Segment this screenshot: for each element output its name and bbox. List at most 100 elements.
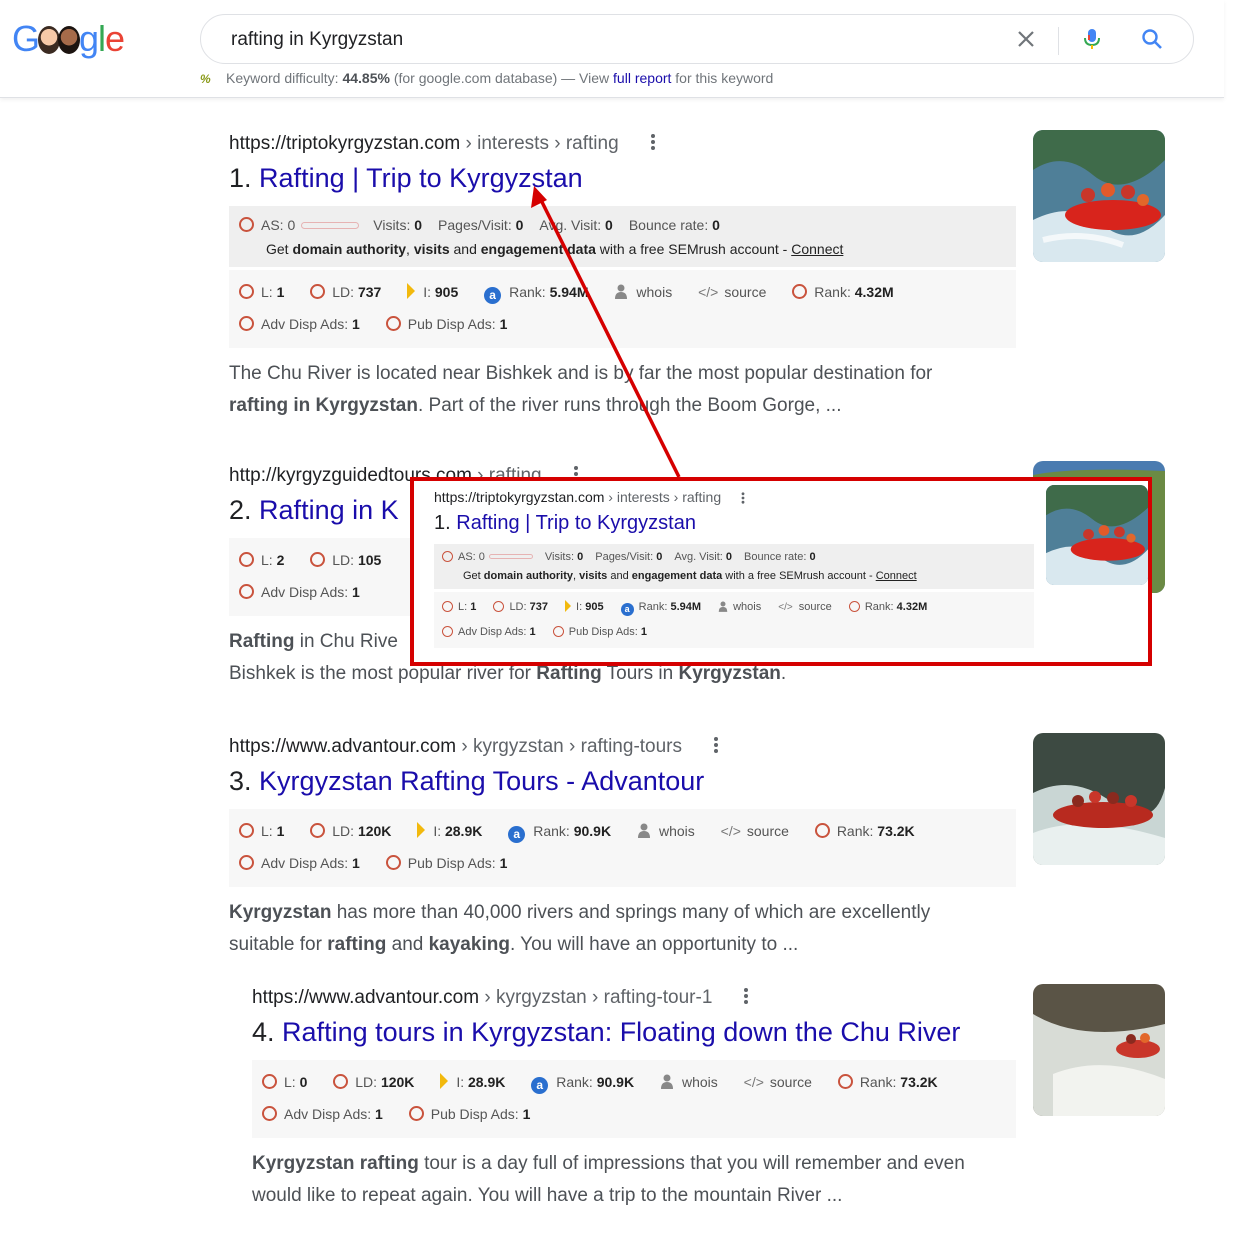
metric-value: 905 bbox=[585, 601, 604, 613]
search-box bbox=[200, 14, 1194, 64]
seo-toolbar: L: 1 LD: 120K I: 28.9K a Rank: 90.9K whoi… bbox=[229, 809, 1016, 887]
links-metric[interactable]: L: 2 bbox=[239, 544, 284, 576]
more-options-icon[interactable] bbox=[649, 132, 657, 152]
more-options-icon[interactable] bbox=[712, 735, 720, 755]
metric-value: 120K bbox=[380, 1074, 415, 1090]
seo-metrics-block: L: 0 LD: 120K I: 28.9K a Rank: 90.9K whoi… bbox=[252, 1060, 1016, 1138]
ld-metric[interactable]: LD: 737 bbox=[310, 276, 381, 308]
semrush-icon bbox=[848, 601, 860, 612]
seo-metrics-block: L: 1 LD: 120K I: 28.9K a Rank: 90.9K whoi… bbox=[229, 809, 1016, 887]
alexa-rank-metric[interactable]: a Rank: 90.9K bbox=[508, 815, 611, 847]
semrush-icon bbox=[385, 855, 401, 870]
metric-value: 1 bbox=[276, 284, 285, 300]
metric-label: Pub Disp Ads: bbox=[568, 626, 638, 638]
whois-link[interactable]: whois bbox=[660, 1066, 718, 1098]
result-title-link[interactable]: 3. Kyrgyzstan Rafting Tours - Advantour bbox=[229, 766, 1017, 797]
kd-suffix: for this keyword bbox=[675, 70, 774, 86]
links-metric[interactable]: L: 0 bbox=[262, 1066, 307, 1098]
metric-label: L: bbox=[261, 284, 273, 300]
result-path: › interests › rafting bbox=[460, 133, 619, 154]
links-metric[interactable]: L: 1 bbox=[442, 595, 476, 619]
more-options-icon[interactable] bbox=[742, 986, 750, 1006]
metric-value: 1 bbox=[499, 316, 508, 332]
result-title-link[interactable]: 1. Rafting | Trip to Kyrgyzstan bbox=[434, 512, 1014, 535]
whois-link[interactable]: whois bbox=[718, 595, 761, 619]
source-link[interactable]: </> source bbox=[744, 1066, 812, 1098]
result-title-link[interactable]: 1. Rafting | Trip to Kyrgyzstan bbox=[229, 163, 1017, 194]
semrush-rank-metric[interactable]: Rank: 73.2K bbox=[814, 815, 915, 847]
source-link[interactable]: </> source bbox=[698, 276, 766, 308]
whois-link[interactable]: whois bbox=[614, 276, 672, 308]
as-bar bbox=[488, 554, 533, 559]
whois-link[interactable]: whois bbox=[637, 815, 695, 847]
zoom-callout-box: https://triptokyrgyzstan.com › interests… bbox=[410, 477, 1152, 666]
links-metric[interactable]: L: 1 bbox=[239, 276, 284, 308]
semrush-rank-metric[interactable]: Rank: 4.32M bbox=[848, 595, 927, 619]
result-url[interactable]: https://www.advantour.com › kyrgyzstan ›… bbox=[229, 735, 1017, 758]
metric-label: Bounce rate: bbox=[744, 551, 807, 563]
ld-metric[interactable]: LD: 120K bbox=[333, 1066, 414, 1098]
bing-index-metric[interactable]: I: 905 bbox=[565, 595, 604, 619]
alexa-rank-metric[interactable]: a Rank: 5.94M bbox=[484, 276, 589, 308]
more-options-icon[interactable] bbox=[739, 491, 747, 505]
ld-metric[interactable]: LD: 120K bbox=[310, 815, 391, 847]
adv-ads-metric[interactable]: Adv Disp Ads: 1 bbox=[239, 847, 360, 879]
links-metric[interactable]: L: 1 bbox=[239, 815, 284, 847]
result-thumbnail-cropped[interactable] bbox=[1033, 1254, 1165, 1260]
result-domain: https://www.advantour.com bbox=[252, 987, 480, 1008]
ld-metric[interactable]: LD: 737 bbox=[493, 595, 548, 619]
semrush-rank-metric[interactable]: Rank: 73.2K bbox=[837, 1066, 938, 1098]
metric-label: Rank: bbox=[836, 823, 874, 839]
source-link[interactable]: </> source bbox=[778, 595, 832, 620]
adv-ads-metric[interactable]: Adv Disp Ads: 1 bbox=[239, 576, 360, 608]
microphone-icon[interactable] bbox=[1080, 27, 1104, 51]
alexa-rank-metric[interactable]: a Rank: 90.9K bbox=[531, 1066, 634, 1098]
semrush-rank-metric[interactable]: Rank: 4.32M bbox=[792, 276, 894, 308]
result-title: Rafting tours in Kyrgyzstan: Floating do… bbox=[282, 1017, 961, 1047]
result-url[interactable]: https://www.advantour.com › kyrgyzstan ›… bbox=[252, 986, 1017, 1009]
ld-metric[interactable]: LD: 105 bbox=[310, 544, 381, 576]
pub-ads-metric[interactable]: Pub Disp Ads: 1 bbox=[385, 308, 508, 340]
bing-index-metric[interactable]: I: 28.9K bbox=[440, 1066, 505, 1098]
pub-ads-metric[interactable]: Pub Disp Ads: 1 bbox=[408, 1098, 530, 1130]
bing-index-metric[interactable]: I: 28.9K bbox=[417, 815, 482, 847]
promo-text: and bbox=[607, 570, 632, 582]
full-report-link[interactable]: full report bbox=[613, 70, 671, 86]
promo-text: engagement data bbox=[631, 570, 723, 582]
clear-icon[interactable] bbox=[1014, 27, 1038, 51]
pages-visit-value: 0 bbox=[515, 217, 524, 233]
metric-label: Avg. Visit: bbox=[539, 217, 602, 233]
adv-ads-metric[interactable]: Adv Disp Ads: 1 bbox=[442, 620, 536, 644]
adv-ads-metric[interactable]: Adv Disp Ads: 1 bbox=[262, 1098, 383, 1130]
result-thumbnail-rafting[interactable] bbox=[1033, 733, 1165, 865]
search-icon[interactable] bbox=[1140, 27, 1164, 51]
semrush-icon bbox=[385, 316, 401, 331]
pub-ads-metric[interactable]: Pub Disp Ads: 1 bbox=[385, 847, 507, 879]
alexa-rank-metric[interactable]: a Rank: 5.94M bbox=[620, 595, 701, 619]
google-doodle-logo[interactable]: Ggle bbox=[12, 18, 125, 60]
semrush-icon bbox=[239, 552, 254, 567]
connect-link[interactable]: Connect bbox=[876, 570, 917, 582]
metric-value: 737 bbox=[357, 284, 382, 300]
person-icon bbox=[615, 284, 628, 299]
pub-ads-metric[interactable]: Pub Disp Ads: 1 bbox=[552, 620, 647, 644]
adv-ads-metric[interactable]: Adv Disp Ads: 1 bbox=[239, 308, 360, 340]
bing-index-metric[interactable]: I: 905 bbox=[407, 276, 458, 308]
snippet-text: has more than 40,000 rivers and springs … bbox=[331, 902, 931, 923]
result-thumbnail-rafting[interactable] bbox=[1033, 984, 1165, 1116]
metric-label: whois bbox=[636, 284, 673, 300]
result-url[interactable]: https://triptokyrgyzstan.com › interests… bbox=[434, 489, 1014, 505]
metric-value: 1 bbox=[352, 584, 360, 600]
logo-letter: l bbox=[98, 18, 106, 59]
metric-value: 4.32M bbox=[854, 284, 894, 300]
result-thumbnail-rafting[interactable] bbox=[1046, 485, 1148, 585]
as-score: AS: 0 bbox=[261, 217, 296, 233]
connect-link[interactable]: Connect bbox=[791, 241, 843, 257]
source-link[interactable]: </> source bbox=[721, 815, 789, 847]
snippet-text: . bbox=[780, 663, 787, 684]
result-url[interactable]: https://triptokyrgyzstan.com › interests… bbox=[229, 132, 1017, 155]
result-domain: https://triptokyrgyzstan.com bbox=[229, 133, 461, 154]
search-input[interactable] bbox=[231, 28, 991, 52]
result-thumbnail-rafting[interactable] bbox=[1033, 130, 1165, 262]
result-title-link[interactable]: 4. Rafting tours in Kyrgyzstan: Floating… bbox=[252, 1017, 1017, 1048]
